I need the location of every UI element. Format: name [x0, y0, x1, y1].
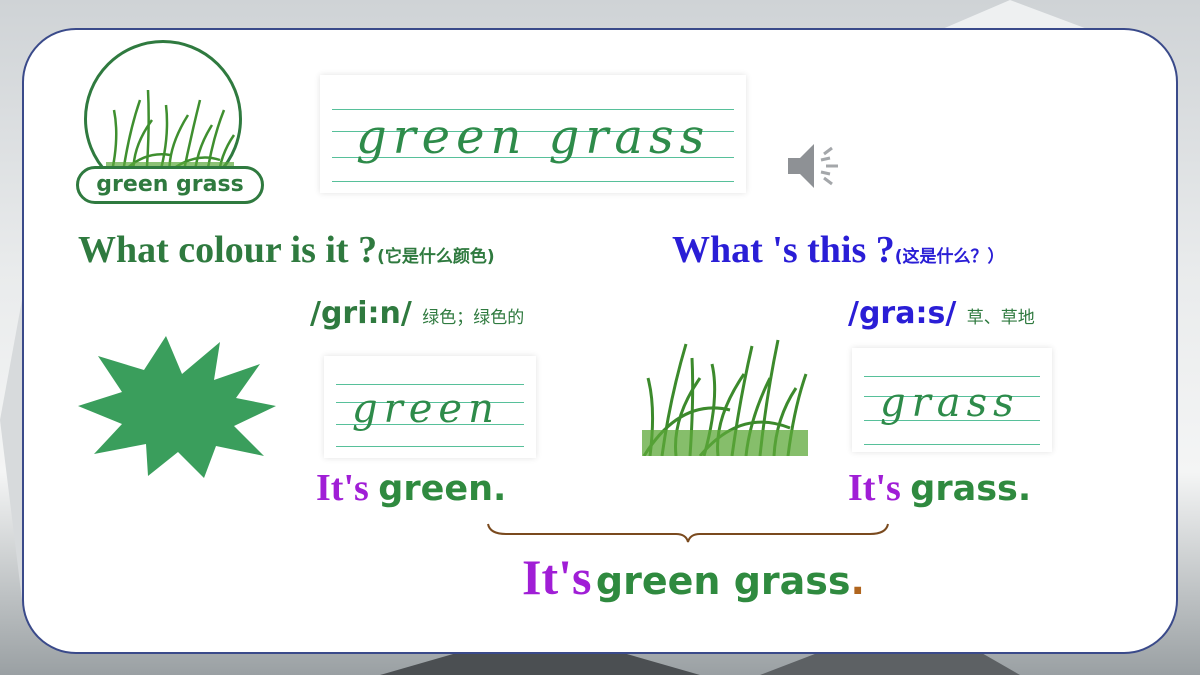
brace-icon	[487, 523, 889, 543]
speaker-icon[interactable]	[786, 140, 846, 192]
question-colour-note: (它是什么颜色)	[377, 247, 495, 267]
phonetic-grass: /gra:s/ 草、草地	[848, 296, 1035, 331]
answer-grass-word: grass.	[910, 469, 1032, 509]
green-handwriting: green	[352, 386, 500, 432]
summary-its: It's	[522, 549, 592, 605]
badge-label: green grass	[76, 166, 264, 204]
grass-image	[642, 339, 808, 456]
phonetic-grass-meaning: 草、草地	[966, 308, 1035, 328]
answer-its-green: It's green.	[316, 466, 506, 510]
title-lined-card: green grass	[320, 75, 746, 193]
question-this-text: What 's this ?	[672, 229, 895, 271]
green-grass-badge: green grass	[76, 40, 266, 206]
answer-its-grass: It's grass.	[848, 466, 1031, 510]
phonetic-green: /gri:n/ 绿色；绿色的	[310, 296, 524, 331]
question-what-colour: What colour is it ?(它是什么颜色)	[78, 228, 495, 272]
green-lined-card: green	[324, 356, 536, 458]
grass-handwriting: grass	[880, 380, 1020, 426]
phonetic-green-ipa: /gri:n/	[310, 296, 412, 331]
phonetic-grass-ipa: /gra:s/	[848, 296, 957, 331]
question-whats-this: What 's this ?(这是什么？）	[672, 228, 1005, 272]
badge-grass-image	[106, 89, 236, 180]
title-handwriting: green grass	[356, 109, 711, 165]
question-colour-text: What colour is it ?	[78, 229, 378, 271]
answer-green-word: green.	[378, 469, 507, 509]
question-this-note: (这是什么？）	[894, 247, 1005, 267]
summary-period: .	[850, 559, 865, 603]
answer-grass-its: It's	[848, 467, 901, 509]
phonetic-green-meaning: 绿色；绿色的	[422, 308, 525, 328]
summary-sentence: It's green grass.	[522, 548, 865, 606]
summary-words: green grass	[595, 559, 851, 603]
answer-green-its: It's	[316, 467, 369, 509]
green-star-shape	[78, 336, 276, 478]
grass-lined-card: grass	[852, 348, 1052, 452]
